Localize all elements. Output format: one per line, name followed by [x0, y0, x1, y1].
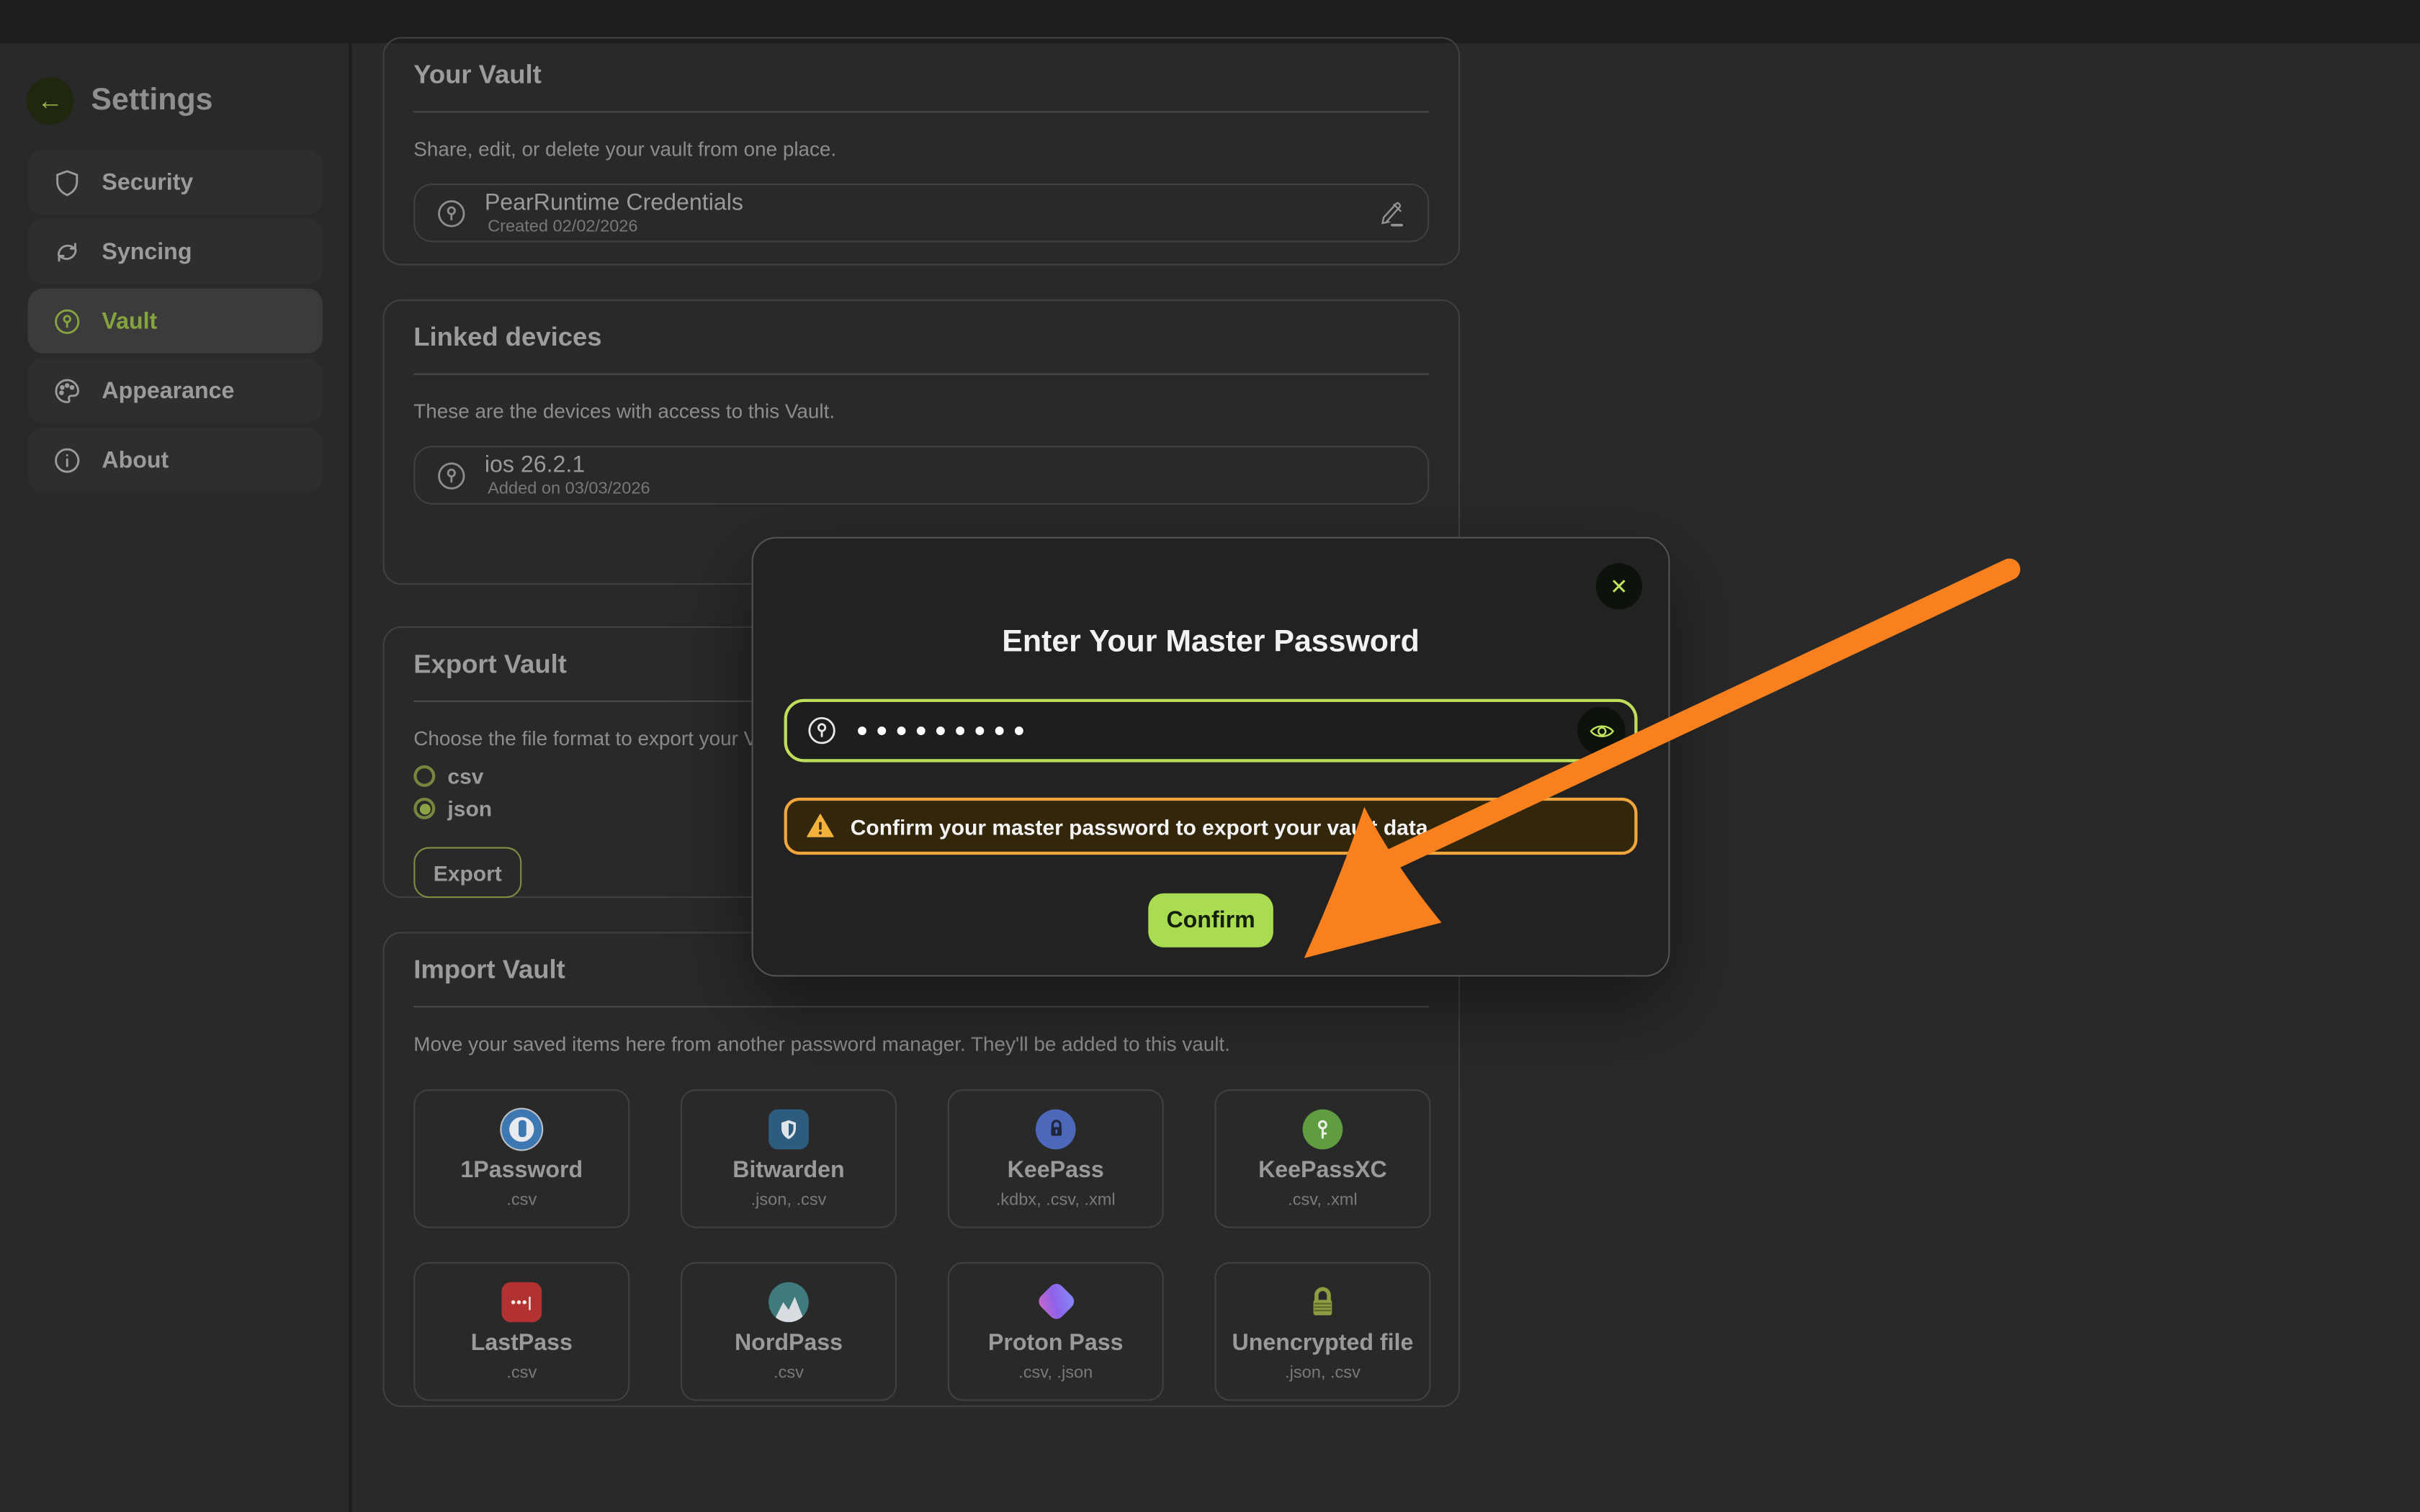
protonpass-icon [1036, 1282, 1076, 1322]
vault-meta: Created 02/02/2026 [488, 217, 743, 236]
sidebar-item-security[interactable]: Security [28, 150, 323, 215]
modal-title: Enter Your Master Password [753, 625, 1669, 660]
your-vault-card: Your Vault Share, edit, or delete your v… [382, 37, 1460, 265]
divider [413, 111, 1429, 112]
import-tiles-grid: 1Password .csv Bitwarden .json, .csv [413, 1089, 1429, 1401]
import-tile-keepassxc[interactable]: KeePassXC .csv, .xml [1214, 1089, 1430, 1228]
vault-name: PearRuntime Credentials [485, 190, 743, 216]
sidebar-item-vault[interactable]: Vault [28, 289, 323, 354]
page-title: Settings [91, 84, 212, 119]
import-vault-card: Import Vault Move your saved items here … [382, 932, 1460, 1407]
close-icon: ✕ [1610, 573, 1628, 599]
tile-formats: .kdbx, .csv, .xml [996, 1190, 1116, 1209]
device-name: ios 26.2.1 [485, 452, 650, 478]
your-vault-description: Share, edit, or delete your vault from o… [413, 138, 1429, 161]
nordpass-icon [768, 1282, 809, 1322]
settings-page: ← Settings Security Syncing Vau [0, 0, 2420, 1512]
info-icon [53, 445, 82, 474]
sidebar-item-label: Syncing [102, 238, 192, 264]
tile-label: 1Password [460, 1156, 583, 1182]
key-icon [435, 459, 467, 492]
tile-formats: .csv [774, 1363, 804, 1382]
your-vault-title: Your Vault [413, 60, 1429, 91]
tile-formats: .csv, .json [1018, 1363, 1093, 1382]
import-vault-description: Move your saved items here from another … [413, 1032, 1429, 1056]
device-row[interactable]: ios 26.2.1 Added on 03/03/2026 [413, 446, 1429, 504]
import-tile-lastpass[interactable]: •••| LastPass .csv [413, 1262, 629, 1401]
keepassxc-icon [1303, 1109, 1343, 1149]
master-password-input[interactable]: ••••••••• [784, 699, 1638, 762]
unencrypted-file-icon [1303, 1282, 1343, 1322]
linked-devices-description: These are the devices with access to thi… [413, 400, 1429, 423]
import-tile-unencrypted-file[interactable]: Unencrypted file .json, .csv [1214, 1262, 1430, 1401]
divider [413, 1006, 1429, 1007]
tile-formats: .csv [506, 1190, 537, 1209]
back-button[interactable]: ← [26, 77, 73, 125]
key-icon [806, 714, 838, 747]
sync-icon [53, 237, 82, 266]
password-masked-value: ••••••••• [853, 729, 1030, 732]
sidebar-header: ← Settings [26, 77, 349, 125]
tile-label: Proton Pass [988, 1329, 1124, 1355]
eye-icon [1587, 716, 1615, 744]
sidebar-nav: Security Syncing Vault Appearance [28, 150, 323, 492]
sidebar-item-about[interactable]: About [28, 428, 323, 492]
divider [413, 374, 1429, 375]
radio-csv-icon[interactable] [413, 765, 435, 787]
radio-csv-label: csv [447, 764, 483, 788]
warning-icon [806, 811, 835, 841]
tile-label: KeePass [1008, 1156, 1104, 1182]
bitwarden-icon [768, 1109, 809, 1149]
linked-devices-title: Linked devices [413, 323, 1429, 354]
import-tile-keepass[interactable]: KeePass .kdbx, .csv, .xml [948, 1089, 1164, 1228]
1password-icon [501, 1109, 542, 1149]
tile-formats: .csv [506, 1363, 537, 1382]
tile-formats: .json, .csv [1285, 1363, 1361, 1382]
tile-label: NordPass [735, 1329, 843, 1355]
tile-formats: .csv, .xml [1288, 1190, 1357, 1209]
vault-row[interactable]: PearRuntime Credentials Created 02/02/20… [413, 184, 1429, 242]
back-arrow-icon: ← [37, 88, 63, 114]
close-button[interactable]: ✕ [1596, 563, 1642, 609]
keepass-icon [1036, 1109, 1076, 1149]
edit-vault-icon[interactable] [1376, 197, 1407, 228]
toggle-password-visibility-button[interactable] [1577, 706, 1625, 754]
device-meta: Added on 03/03/2026 [488, 480, 650, 498]
lastpass-icon: •••| [501, 1282, 542, 1322]
sidebar-item-appearance[interactable]: Appearance [28, 358, 323, 423]
palette-icon [53, 376, 82, 405]
key-icon [435, 197, 467, 229]
tile-formats: .json, .csv [751, 1190, 827, 1209]
sidebar-item-label: About [102, 446, 169, 472]
sidebar: ← Settings Security Syncing Vau [0, 43, 352, 1512]
vault-key-icon [53, 306, 82, 336]
export-button[interactable]: Export [413, 847, 521, 898]
radio-json-icon[interactable] [413, 798, 435, 819]
radio-json-label: json [447, 796, 492, 821]
tile-label: Unencrypted file [1232, 1329, 1414, 1355]
sidebar-item-label: Security [102, 169, 193, 195]
tile-label: Bitwarden [732, 1156, 844, 1182]
master-password-modal: ✕ Enter Your Master Password ••••••••• C… [752, 537, 1670, 977]
sidebar-item-syncing[interactable]: Syncing [28, 219, 323, 284]
sidebar-item-label: Vault [102, 308, 157, 334]
import-tile-bitwarden[interactable]: Bitwarden .json, .csv [681, 1089, 897, 1228]
shield-icon [53, 168, 82, 197]
confirm-button[interactable]: Confirm [1148, 894, 1273, 948]
tile-label: LastPass [471, 1329, 573, 1355]
import-tile-protonpass[interactable]: Proton Pass .csv, .json [948, 1262, 1164, 1401]
tile-label: KeePassXC [1258, 1156, 1387, 1182]
import-tile-1password[interactable]: 1Password .csv [413, 1089, 629, 1228]
warning-text: Confirm your master password to export y… [851, 814, 1434, 838]
sidebar-item-label: Appearance [102, 377, 234, 403]
import-tile-nordpass[interactable]: NordPass .csv [681, 1262, 897, 1401]
warning-banner: Confirm your master password to export y… [784, 798, 1638, 855]
